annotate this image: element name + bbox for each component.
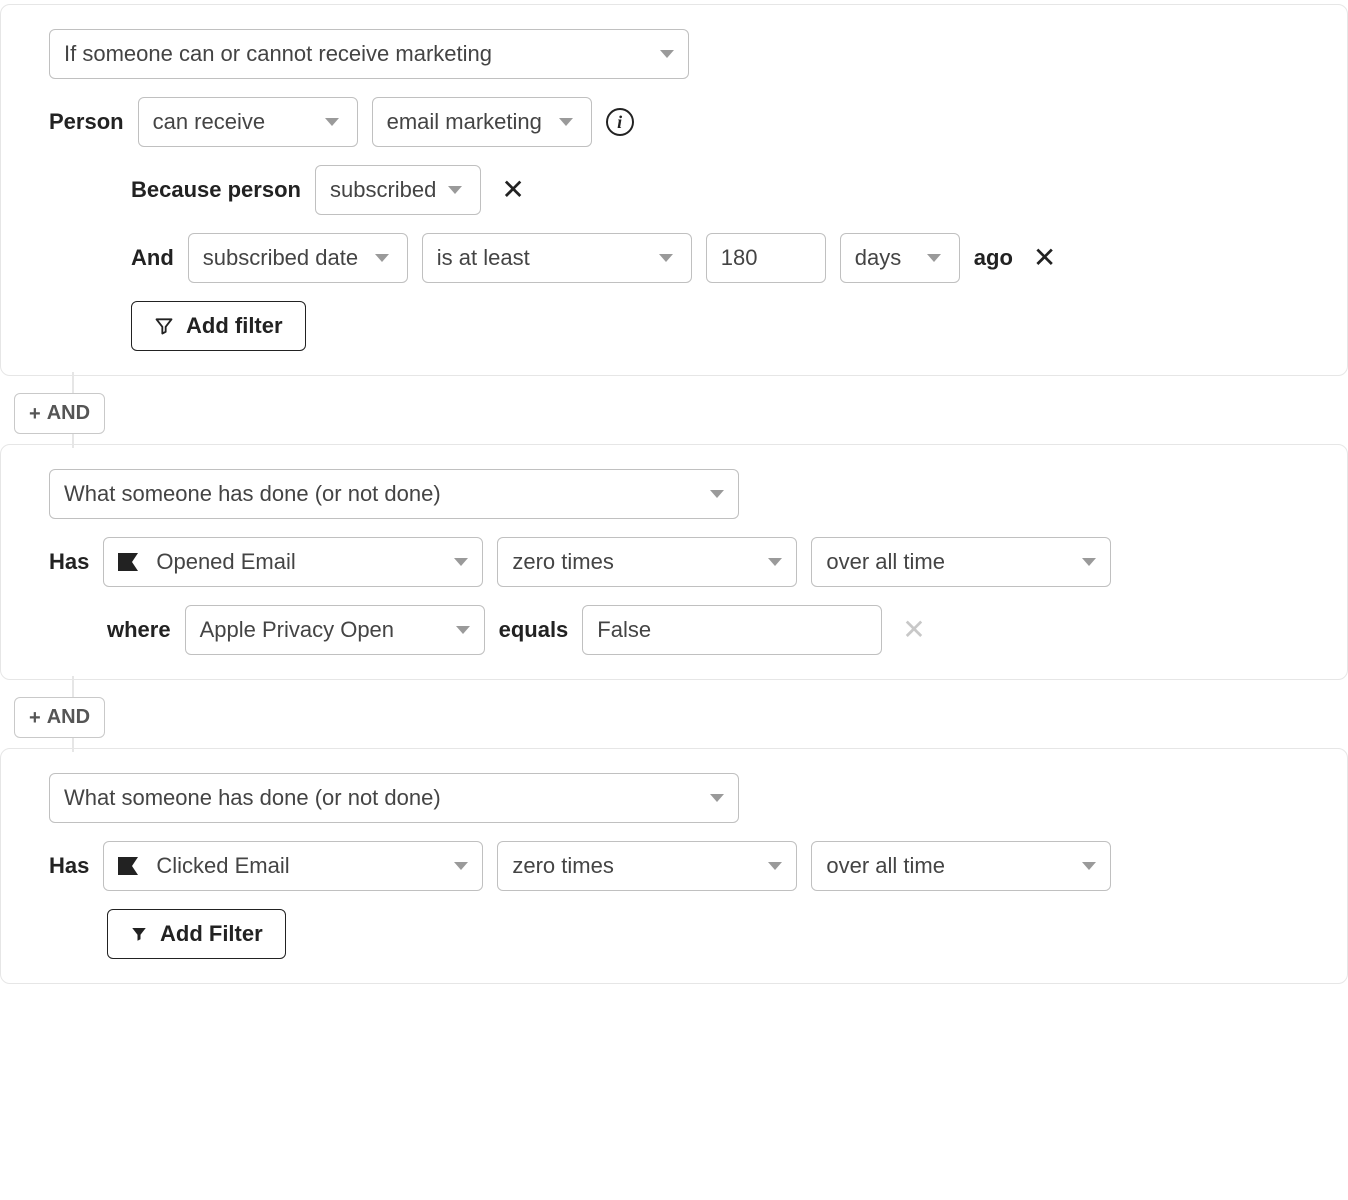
- add-filter-button[interactable]: Add filter: [131, 301, 306, 351]
- count-select[interactable]: zero times: [497, 841, 797, 891]
- and-sub-label: And: [131, 245, 174, 271]
- where-field-value: Apple Privacy Open: [200, 617, 394, 643]
- flag-icon: [118, 553, 140, 571]
- metric-value: Opened Email: [156, 549, 295, 575]
- chevron-down-icon: [768, 558, 782, 566]
- has-label: Has: [49, 549, 89, 575]
- connector-1: + AND: [72, 380, 1348, 440]
- filter-block-3: What someone has done (or not done) Has …: [0, 748, 1348, 984]
- connector-2: + AND: [72, 684, 1348, 744]
- can-receive-value: can receive: [153, 109, 266, 135]
- chevron-down-icon: [1082, 558, 1096, 566]
- where-value-input[interactable]: False: [582, 605, 882, 655]
- and-connector-button[interactable]: + AND: [14, 393, 105, 434]
- metric-value: Clicked Email: [156, 853, 289, 879]
- timeframe-value: over all time: [826, 549, 945, 575]
- date-unit-select[interactable]: days: [840, 233, 960, 283]
- condition-type-label: If someone can or cannot receive marketi…: [64, 41, 492, 67]
- and-label: AND: [47, 402, 90, 425]
- can-receive-select[interactable]: can receive: [138, 97, 358, 147]
- add-filter-label: Add Filter: [160, 921, 263, 947]
- count-select[interactable]: zero times: [497, 537, 797, 587]
- remove-because-button[interactable]: ✕: [495, 176, 530, 204]
- filter-icon: [130, 925, 148, 943]
- chevron-down-icon: [710, 490, 724, 498]
- because-value: subscribed: [330, 177, 436, 203]
- info-icon[interactable]: i: [606, 108, 634, 136]
- filter-block-2: What someone has done (or not done) Has …: [0, 444, 1348, 680]
- date-comparator-value: is at least: [437, 245, 530, 271]
- filter-block-1: If someone can or cannot receive marketi…: [0, 4, 1348, 376]
- chevron-down-icon: [768, 862, 782, 870]
- chevron-down-icon: [454, 558, 468, 566]
- date-unit-value: days: [855, 245, 901, 271]
- remove-where-button[interactable]: ✕: [896, 616, 931, 644]
- date-field-select[interactable]: subscribed date: [188, 233, 408, 283]
- where-value-text: False: [597, 617, 651, 643]
- metric-select[interactable]: Opened Email: [103, 537, 483, 587]
- chevron-down-icon: [660, 50, 674, 58]
- condition-type-label: What someone has done (or not done): [64, 785, 441, 811]
- date-value-text: 180: [721, 245, 758, 271]
- date-value-input[interactable]: 180: [706, 233, 826, 283]
- filter-icon: [154, 316, 174, 336]
- where-label: where: [107, 617, 171, 643]
- chevron-down-icon: [710, 794, 724, 802]
- ago-label: ago: [974, 245, 1013, 271]
- count-value: zero times: [512, 853, 613, 879]
- chevron-down-icon: [1082, 862, 1096, 870]
- condition-type-label: What someone has done (or not done): [64, 481, 441, 507]
- where-field-select[interactable]: Apple Privacy Open: [185, 605, 485, 655]
- chevron-down-icon: [375, 254, 389, 262]
- channel-value: email marketing: [387, 109, 542, 135]
- metric-select[interactable]: Clicked Email: [103, 841, 483, 891]
- person-label: Person: [49, 109, 124, 135]
- timeframe-select[interactable]: over all time: [811, 841, 1111, 891]
- condition-type-select[interactable]: If someone can or cannot receive marketi…: [49, 29, 689, 79]
- chevron-down-icon: [448, 186, 462, 194]
- and-connector-button[interactable]: + AND: [14, 697, 105, 738]
- chevron-down-icon: [325, 118, 339, 126]
- where-op-label: equals: [499, 617, 569, 643]
- add-filter-button[interactable]: Add Filter: [107, 909, 286, 959]
- channel-select[interactable]: email marketing: [372, 97, 592, 147]
- chevron-down-icon: [927, 254, 941, 262]
- plus-icon: +: [29, 404, 41, 424]
- add-filter-label: Add filter: [186, 313, 283, 339]
- flag-icon: [118, 857, 140, 875]
- timeframe-select[interactable]: over all time: [811, 537, 1111, 587]
- because-select[interactable]: subscribed: [315, 165, 481, 215]
- because-label: Because person: [131, 177, 301, 203]
- chevron-down-icon: [559, 118, 573, 126]
- plus-icon: +: [29, 708, 41, 728]
- date-comparator-select[interactable]: is at least: [422, 233, 692, 283]
- chevron-down-icon: [454, 862, 468, 870]
- date-field-value: subscribed date: [203, 245, 358, 271]
- remove-date-button[interactable]: ✕: [1027, 244, 1062, 272]
- count-value: zero times: [512, 549, 613, 575]
- and-label: AND: [47, 706, 90, 729]
- timeframe-value: over all time: [826, 853, 945, 879]
- chevron-down-icon: [456, 626, 470, 634]
- condition-type-select[interactable]: What someone has done (or not done): [49, 773, 739, 823]
- condition-type-select[interactable]: What someone has done (or not done): [49, 469, 739, 519]
- has-label: Has: [49, 853, 89, 879]
- chevron-down-icon: [659, 254, 673, 262]
